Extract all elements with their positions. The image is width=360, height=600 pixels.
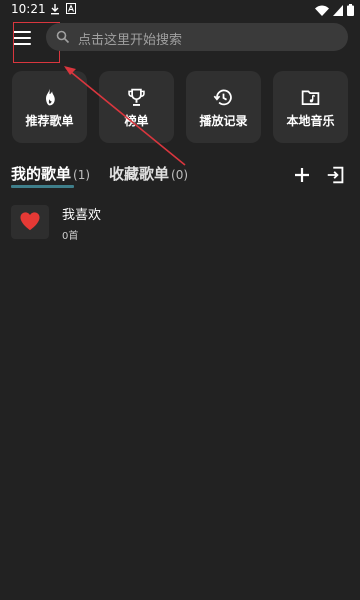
annotation-arrow [64,66,186,166]
